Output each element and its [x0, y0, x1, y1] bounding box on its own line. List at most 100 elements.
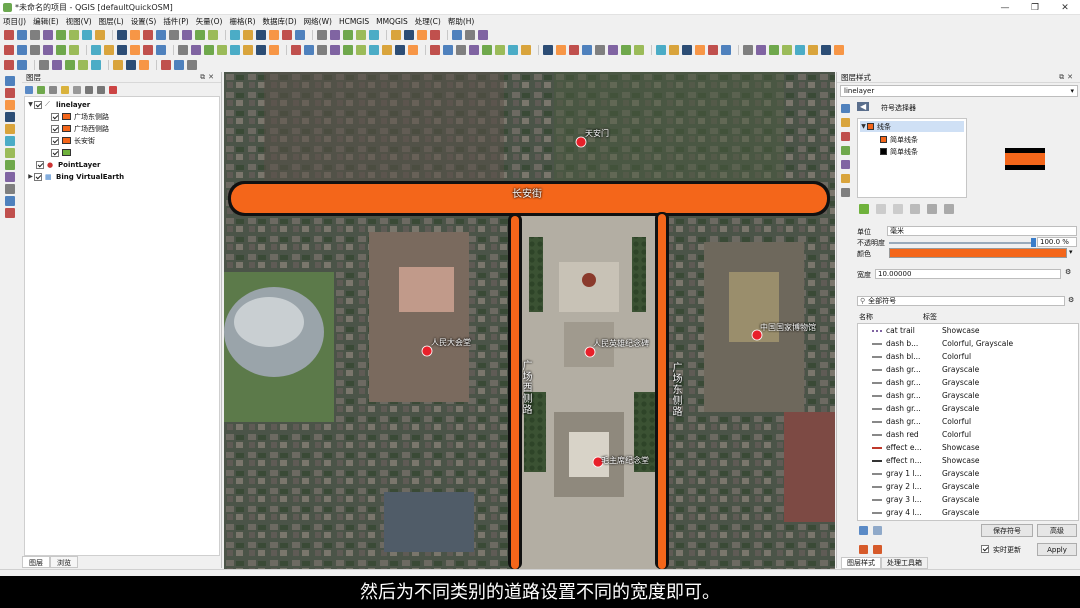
- toolbar-tool-icon[interactable]: [395, 44, 405, 55]
- tab-layers[interactable]: 图层: [22, 556, 50, 568]
- map-canvas[interactable]: 长安街 广场西侧路 广场东侧路 天安门 人民大会堂 人民英雄纪念碑 中国国家博物…: [224, 72, 835, 569]
- menu-project[interactable]: 项目(J): [3, 16, 26, 27]
- opacity-field[interactable]: 100.0 %: [1037, 237, 1077, 247]
- symbol-root-line[interactable]: ▼ 线条: [860, 121, 964, 132]
- toolbar-tool-icon[interactable]: [195, 29, 205, 40]
- toolbar-tool-icon[interactable]: [495, 44, 505, 55]
- move-up-icon[interactable]: [927, 204, 937, 214]
- legend-item-west-road[interactable]: 广场西侧路: [51, 123, 109, 134]
- toolbar-tool-icon[interactable]: [113, 59, 123, 70]
- filter-legend-icon[interactable]: [73, 85, 81, 94]
- toolbar-tool-icon[interactable]: [782, 44, 792, 55]
- toolbar-tool-icon[interactable]: [208, 29, 218, 40]
- toolbar-tool-icon[interactable]: [404, 29, 414, 40]
- toolbar-tool-icon[interactable]: [256, 44, 266, 55]
- toolbar-tool-icon[interactable]: [304, 44, 314, 55]
- toolbar-tool-icon[interactable]: [182, 29, 192, 40]
- toolbar-tool-icon[interactable]: [269, 44, 279, 55]
- maximize-button[interactable]: ❐: [1020, 0, 1050, 15]
- symbol-list-item[interactable]: dash gr... Colorful: [858, 415, 1078, 428]
- toolbar-tool-icon[interactable]: [608, 44, 618, 55]
- toolbar-tool-icon[interactable]: [161, 59, 171, 70]
- symbol-layer-2[interactable]: 简单线条: [880, 146, 918, 157]
- data-defined-icon[interactable]: ⚙: [1065, 268, 1071, 276]
- styling-tab-icon[interactable]: [841, 118, 850, 127]
- toolbar-tool-icon[interactable]: [130, 29, 140, 40]
- toolbar-tool-icon[interactable]: [56, 29, 66, 40]
- styling-tab-icon[interactable]: [841, 188, 850, 197]
- toolbar-tool-icon[interactable]: [508, 44, 518, 55]
- add-layer-tool-icon[interactable]: [5, 124, 15, 134]
- toolbar-tool-icon[interactable]: [30, 44, 40, 55]
- add-layer-tool-icon[interactable]: [5, 172, 15, 182]
- symbol-list-item[interactable]: dash red Colorful: [858, 428, 1078, 441]
- toolbar-tool-icon[interactable]: [130, 44, 140, 55]
- toolbar-tool-icon[interactable]: [317, 44, 327, 55]
- toolbar-tool-icon[interactable]: [343, 44, 353, 55]
- toolbar-tool-icon[interactable]: [156, 29, 166, 40]
- toolbar-tool-icon[interactable]: [139, 59, 149, 70]
- chevron-right-icon[interactable]: ▶: [27, 173, 34, 180]
- toolbar-tool-icon[interactable]: [834, 44, 844, 55]
- toolbar-tool-icon[interactable]: [469, 44, 479, 55]
- legend-item-other[interactable]: [51, 147, 74, 158]
- symbol-list-item[interactable]: dash gr... Grayscale: [858, 402, 1078, 415]
- back-arrow-icon[interactable]: ◀: [857, 102, 870, 111]
- symbol-list-item[interactable]: dash gr... Grayscale: [858, 376, 1078, 389]
- toolbar-tool-icon[interactable]: [317, 29, 327, 40]
- list-view-icon[interactable]: [873, 526, 882, 535]
- add-layer-tool-icon[interactable]: [5, 148, 15, 158]
- layer-visibility-checkbox[interactable]: [34, 172, 42, 181]
- add-layer-tool-icon[interactable]: [5, 196, 15, 206]
- tab-layer-styling[interactable]: 图层样式: [841, 557, 881, 569]
- symbol-list-item[interactable]: gray 2 l... Grayscale: [858, 480, 1078, 493]
- menu-help[interactable]: 帮助(H): [448, 16, 475, 27]
- toolbar-tool-icon[interactable]: [465, 29, 475, 40]
- styling-tab-icon[interactable]: [841, 146, 850, 155]
- toolbar-tool-icon[interactable]: [269, 29, 279, 40]
- toolbar-tool-icon[interactable]: [91, 44, 101, 55]
- open-layer-styling-icon[interactable]: [25, 85, 33, 94]
- toolbar-tool-icon[interactable]: [369, 44, 379, 55]
- toolbar-tool-icon[interactable]: [143, 29, 153, 40]
- toolbar-tool-icon[interactable]: [191, 44, 201, 55]
- toolbar-tool-icon[interactable]: [69, 29, 79, 40]
- toolbar-tool-icon[interactable]: [82, 29, 92, 40]
- toolbar-tool-icon[interactable]: [356, 29, 366, 40]
- symbol-list-item[interactable]: gray 3 l... Grayscale: [858, 493, 1078, 506]
- minimize-button[interactable]: —: [990, 0, 1020, 15]
- menu-processing[interactable]: 处理(C): [415, 16, 441, 27]
- toolbar-tool-icon[interactable]: [4, 59, 14, 70]
- toolbar-tool-icon[interactable]: [569, 44, 579, 55]
- toolbar-tool-icon[interactable]: [456, 44, 466, 55]
- symbol-search-input[interactable]: ⚲ 全部符号: [857, 296, 1065, 306]
- toolbar-tool-icon[interactable]: [721, 44, 731, 55]
- toolbar-tool-icon[interactable]: [91, 59, 101, 70]
- toolbar-tool-icon[interactable]: [39, 59, 49, 70]
- toolbar-tool-icon[interactable]: [821, 44, 831, 55]
- menu-hcmgis[interactable]: HCMGIS: [339, 17, 369, 26]
- add-layer-tool-icon[interactable]: [5, 88, 15, 98]
- styling-tab-icon[interactable]: [841, 132, 850, 141]
- symbol-list-item[interactable]: dash gr... Grayscale: [858, 363, 1078, 376]
- add-layer-tool-icon[interactable]: [5, 184, 15, 194]
- toolbar-tool-icon[interactable]: [556, 44, 566, 55]
- legend-item-changan[interactable]: 长安街: [51, 135, 95, 146]
- add-layer-tool-icon[interactable]: [5, 160, 15, 170]
- legend-checkbox[interactable]: [51, 124, 59, 133]
- toolbar-tool-icon[interactable]: [178, 44, 188, 55]
- toolbar-tool-icon[interactable]: [408, 44, 418, 55]
- color-button[interactable]: [889, 248, 1067, 258]
- toolbar-tool-icon[interactable]: [4, 44, 14, 55]
- menu-view[interactable]: 视图(V): [66, 16, 92, 27]
- add-layer-tool-icon[interactable]: [5, 136, 15, 146]
- toolbar-tool-icon[interactable]: [769, 44, 779, 55]
- lock-icon[interactable]: [893, 204, 903, 214]
- toolbar-tool-icon[interactable]: [230, 29, 240, 40]
- toolbar-tool-icon[interactable]: [443, 44, 453, 55]
- add-layer-tool-icon[interactable]: [5, 112, 15, 122]
- menu-plugins[interactable]: 插件(P): [163, 16, 188, 27]
- toolbar-tool-icon[interactable]: [282, 29, 292, 40]
- panel-float-close-icon[interactable]: ⧉✕: [1059, 73, 1076, 82]
- menu-mmqgis[interactable]: MMQGIS: [376, 17, 408, 26]
